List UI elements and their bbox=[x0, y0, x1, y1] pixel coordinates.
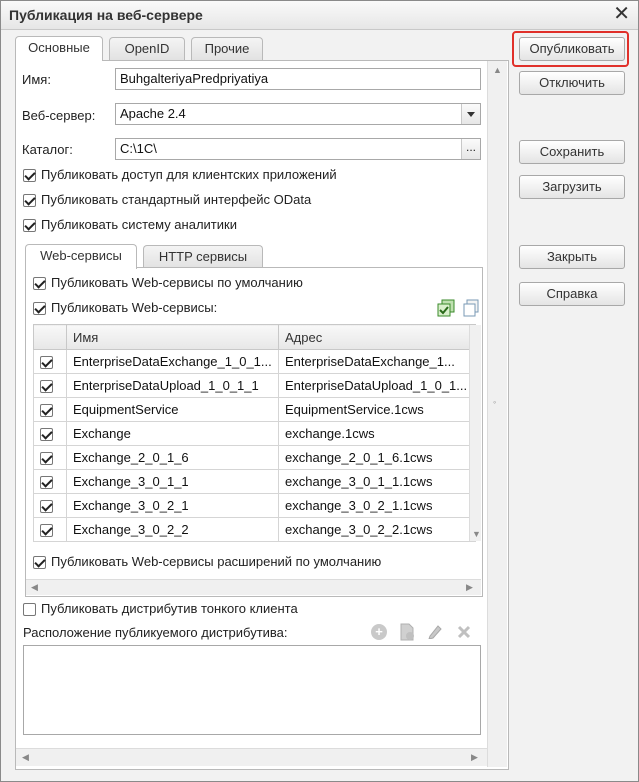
table-header-row: Имя Адрес bbox=[33, 324, 476, 350]
ws-publish-checkbox[interactable] bbox=[33, 302, 46, 315]
window-title: Публикация на веб-сервере bbox=[9, 7, 203, 23]
tab-http-services[interactable]: HTTP сервисы bbox=[143, 245, 263, 268]
row-address: EnterpriseDataExchange_1... bbox=[278, 349, 476, 374]
row-checkbox[interactable] bbox=[40, 524, 53, 538]
odata-checkbox[interactable] bbox=[23, 194, 36, 207]
catalog-browse-button[interactable]: ... bbox=[461, 139, 480, 159]
client-apps-label: Публиковать доступ для клиентских прилож… bbox=[41, 167, 337, 182]
title-bar: Публикация на веб-сервере ✕ bbox=[1, 1, 638, 30]
ws-default-label: Публиковать Web-сервисы по умолчанию bbox=[51, 275, 303, 290]
table-vertical-scrollbar[interactable]: ▼ bbox=[469, 325, 481, 541]
row-name: Exchange_3_0_2_2 bbox=[66, 517, 279, 542]
publish-dialog: Публикация на веб-сервере ✕ Основные Ope… bbox=[0, 0, 639, 782]
tab-other[interactable]: Прочие bbox=[191, 37, 263, 60]
chevron-down-icon bbox=[467, 112, 475, 117]
ws-publish-label: Публиковать Web-сервисы: bbox=[51, 300, 218, 315]
scroll-right-arrow[interactable]: ▶ bbox=[466, 582, 473, 593]
table-scroll-down-arrow[interactable]: ▼ bbox=[472, 529, 481, 539]
ws-extensions-checkbox[interactable] bbox=[33, 556, 46, 569]
table-row[interactable]: Exchange_3_0_1_1 exchange_3_0_1_1.1cws bbox=[33, 469, 476, 494]
check-all-icon[interactable] bbox=[437, 299, 457, 317]
close-icon[interactable]: ✕ bbox=[613, 3, 630, 25]
row-name: Exchange_3_0_1_1 bbox=[66, 469, 279, 494]
column-header-check bbox=[33, 324, 67, 350]
scroll-handle-grip[interactable]: ◦ bbox=[493, 397, 496, 407]
ws-default-checkbox[interactable] bbox=[33, 277, 46, 290]
main-horizontal-scrollbar[interactable]: ◀ ▶ bbox=[16, 748, 487, 766]
name-field[interactable]: BuhgalteriyaPredpriyatiya bbox=[115, 68, 481, 90]
row-checkbox[interactable] bbox=[40, 476, 53, 490]
client-apps-checkbox[interactable] bbox=[23, 169, 36, 182]
row-name: Exchange_3_0_2_1 bbox=[66, 493, 279, 518]
table-row[interactable]: Exchange_2_0_1_6 exchange_2_0_1_6.1cws bbox=[33, 445, 476, 470]
row-checkbox[interactable] bbox=[40, 380, 53, 394]
row-name: Exchange bbox=[66, 421, 279, 446]
row-address: EnterpriseDataUpload_1_0_1... bbox=[278, 373, 476, 398]
publish-button[interactable]: Опубликовать bbox=[519, 37, 625, 61]
table-row[interactable]: Exchange exchange.1cws bbox=[33, 421, 476, 446]
uncheck-all-icon[interactable] bbox=[463, 299, 479, 317]
thin-client-label: Публиковать дистрибутив тонкого клиента bbox=[41, 601, 298, 616]
table-row[interactable]: EquipmentService EquipmentService.1cws bbox=[33, 397, 476, 422]
row-address: exchange_3_0_2_1.1cws bbox=[278, 493, 476, 518]
row-checkbox[interactable] bbox=[40, 404, 53, 418]
row-checkbox[interactable] bbox=[40, 500, 53, 514]
server-label: Веб-сервер: bbox=[22, 108, 96, 123]
server-dropdown-button[interactable] bbox=[461, 104, 480, 124]
table-row[interactable]: EnterpriseDataExchange_1_0_1... Enterpris… bbox=[33, 349, 476, 374]
row-name: EnterpriseDataUpload_1_0_1_1 bbox=[66, 373, 279, 398]
web-services-table: Имя Адрес EnterpriseDataExchange_1_0_1..… bbox=[33, 324, 476, 542]
close-button[interactable]: Закрыть bbox=[519, 245, 625, 269]
catalog-field[interactable]: C:\1C\ bbox=[115, 138, 481, 160]
tab-web-services[interactable]: Web-сервисы bbox=[25, 244, 137, 269]
column-header-name[interactable]: Имя bbox=[66, 324, 279, 350]
row-checkbox[interactable] bbox=[40, 356, 53, 370]
distributive-list[interactable] bbox=[23, 645, 481, 735]
row-address: exchange_3_0_1_1.1cws bbox=[278, 469, 476, 494]
analytics-label: Публиковать систему аналитики bbox=[41, 217, 237, 232]
row-name: Exchange_2_0_1_6 bbox=[66, 445, 279, 470]
copy-icon[interactable] bbox=[399, 623, 415, 641]
main-vertical-scrollbar[interactable]: ▲ ◦ bbox=[487, 61, 507, 767]
row-address: exchange_2_0_1_6.1cws bbox=[278, 445, 476, 470]
disable-button[interactable]: Отключить bbox=[519, 71, 625, 95]
table-row[interactable]: Exchange_3_0_2_1 exchange_3_0_2_1.1cws bbox=[33, 493, 476, 518]
row-address: exchange_3_0_2_2.1cws bbox=[278, 517, 476, 542]
table-row[interactable]: EnterpriseDataUpload_1_0_1_1 EnterpriseDa… bbox=[33, 373, 476, 398]
table-row[interactable]: Exchange_3_0_2_2 exchange_3_0_2_2.1cws bbox=[33, 517, 476, 542]
save-button[interactable]: Сохранить bbox=[519, 140, 625, 164]
row-address: exchange.1cws bbox=[278, 421, 476, 446]
odata-label: Публиковать стандартный интерфейс OData bbox=[41, 192, 312, 207]
server-select-value: Apache 2.4 bbox=[120, 106, 186, 121]
load-button[interactable]: Загрузить bbox=[519, 175, 625, 199]
row-name: EquipmentService bbox=[66, 397, 279, 422]
row-address: EquipmentService.1cws bbox=[278, 397, 476, 422]
name-label: Имя: bbox=[22, 72, 51, 87]
delete-icon[interactable] bbox=[457, 625, 471, 639]
row-checkbox[interactable] bbox=[40, 428, 53, 442]
ws-extensions-label: Публиковать Web-сервисы расширений по ум… bbox=[51, 554, 382, 569]
tab-openid[interactable]: OpenID bbox=[109, 37, 185, 60]
row-checkbox[interactable] bbox=[40, 452, 53, 466]
main-scroll-left-arrow[interactable]: ◀ bbox=[22, 752, 29, 763]
edit-icon[interactable] bbox=[427, 623, 443, 639]
panel-horizontal-scrollbar[interactable]: ◀ ▶ bbox=[26, 579, 481, 595]
server-select[interactable]: Apache 2.4 bbox=[115, 103, 481, 125]
tab-main[interactable]: Основные bbox=[15, 36, 103, 61]
help-button[interactable]: Справка bbox=[519, 282, 625, 306]
scroll-up-arrow[interactable]: ▲ bbox=[493, 65, 502, 75]
catalog-label: Каталог: bbox=[22, 142, 73, 157]
row-name: EnterpriseDataExchange_1_0_1... bbox=[66, 349, 279, 374]
analytics-checkbox[interactable] bbox=[23, 219, 36, 232]
distributive-location-label: Расположение публикуемого дистрибутива: bbox=[23, 625, 288, 640]
add-icon[interactable]: + bbox=[371, 624, 387, 640]
scroll-left-arrow[interactable]: ◀ bbox=[31, 582, 38, 593]
thin-client-checkbox[interactable] bbox=[23, 603, 36, 616]
column-header-address[interactable]: Адрес bbox=[278, 324, 476, 350]
main-scroll-right-arrow[interactable]: ▶ bbox=[471, 752, 478, 763]
